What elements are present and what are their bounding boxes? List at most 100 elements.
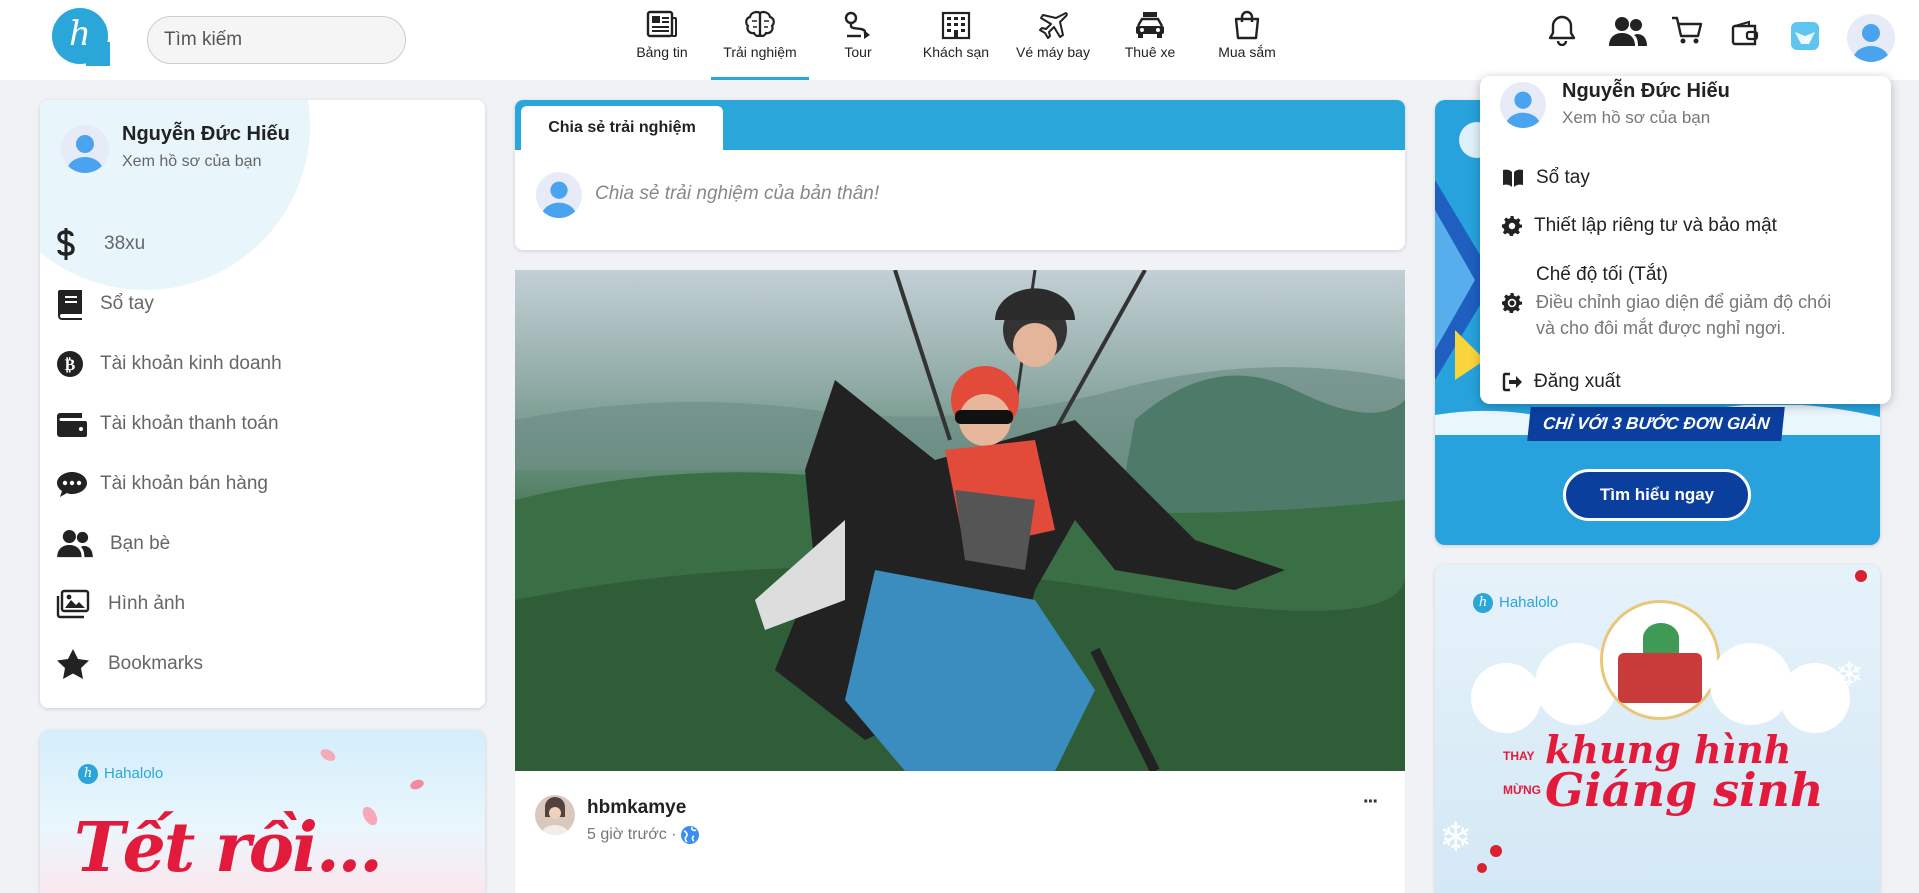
friends-icon [57,529,93,558]
tab-share-experience[interactable]: Chia sẻ trải nghiệm [521,106,723,150]
profile-link[interactable]: Xem hồ sơ của bạn [122,153,261,171]
brand-name: Hahalolo [1499,594,1559,611]
sidebar-item-kinh-doanh[interactable]: ₿ Tài khoản kinh doanh [56,344,282,384]
menu-item-notebook[interactable]: Sổ tay [1502,167,1590,189]
nav-trai-nghiem[interactable]: Trải nghiệm [711,0,809,80]
post-meta: 5 giờ trước · [587,825,700,845]
brain-icon [745,10,775,38]
banner-small-1: THAY [1503,749,1535,763]
dark-mode-desc-2: và cho đôi mắt được nghỉ ngơi. [1536,318,1786,338]
user-name[interactable]: Nguyễn Đức Hiếu [122,123,290,146]
nav-mua-sam[interactable]: Mua sắm [1198,0,1296,80]
menu-item-label: Sổ tay [1536,167,1590,188]
brightness-icon [1502,293,1522,313]
nav-bang-tin[interactable]: Bảng tin [613,0,711,80]
menu-item-label: Đăng xuất [1534,371,1621,392]
sidebar-item-ban-be[interactable]: Bạn bè [56,524,170,564]
logout-icon [1502,372,1522,392]
sidebar-item-label: Tài khoản thanh toán [100,413,279,434]
sidebar-item-label: Sổ tay [100,293,154,314]
chat-icon [57,472,87,497]
snowflake-icon: ❄ [1835,656,1864,694]
christmas-banner[interactable]: h Hahalolo THAY khung hình MỪNG Giáng si… [1435,565,1880,893]
author-name[interactable]: hbmkamye [587,797,686,819]
more-options-button[interactable]: ··· [1363,791,1379,814]
learn-more-button[interactable]: Tìm hiểu ngay [1563,469,1751,521]
post-card: hbmkamye 5 giờ trước · ··· [515,771,1405,893]
author-avatar[interactable] [535,795,575,835]
banner-headline: Tết rồi... [74,808,383,888]
dark-mode-desc-1: Điều chỉnh giao diện để giảm độ chói [1536,292,1832,312]
avatar[interactable] [1500,82,1546,128]
gear-icon [1502,216,1522,236]
banner-small-2: MỪNG [1503,783,1541,797]
sidebar-item-ban-hang[interactable]: Tài khoản bán hàng [56,464,268,504]
hahalolo-logo[interactable]: h [52,8,110,66]
car-icon [1136,12,1164,38]
svg-text:₿: ₿ [65,355,76,374]
nav-label: Trải nghiệm [723,44,797,60]
menu-item-dark-mode[interactable]: Chế độ tối (Tắt) Điều chỉnh giao diện để… [1502,264,1831,339]
nav-label: Tour [844,44,872,60]
hahalolo-logo: h [1473,593,1493,613]
newspaper-icon [646,10,677,38]
wallet-icon[interactable] [1731,20,1761,48]
dollar-icon [57,228,75,260]
brand-name: Hahalolo [104,765,164,782]
dark-mode-title: Chế độ tối (Tắt) [1536,264,1668,285]
left-menu-card: Nguyễn Đức Hiếu Xem hồ sơ của bạn 38xu S… [40,100,485,708]
wallet-icon [57,413,87,437]
open-book-icon [1503,169,1523,187]
search-input[interactable] [147,16,406,64]
sidebar-item-label: Tài khoản bán hàng [100,473,268,494]
sidebar-item-thanh-toan[interactable]: Tài khoản thanh toán [56,404,279,444]
sidebar-item-label: Hình ảnh [108,593,186,614]
bell-icon[interactable] [1548,14,1576,46]
sidebar-item-label: Bạn bè [110,533,171,554]
menu-item-logout[interactable]: Đăng xuất [1502,371,1621,393]
post-time: 5 giờ trước · [587,826,677,843]
nav-thue-xe[interactable]: Thuê xe [1101,0,1199,80]
menu-item-label: Thiết lập riêng tư và bảo mật [1534,215,1777,236]
bitcoin-icon: ₿ [57,351,83,377]
nav-tour[interactable]: Tour [809,0,907,80]
nav-label: Khách sạn [922,44,990,60]
sidebar-item-so-tay[interactable]: Sổ tay [56,284,154,324]
avatar[interactable] [61,125,109,173]
banner-subhead: CHỈ VỚI 3 BƯỚC ĐƠN GIẢN [1527,407,1786,441]
dropdown-profile-link[interactable]: Xem hồ sơ của bạn [1562,108,1710,128]
sidebar-item-label: Tài khoản kinh doanh [100,353,282,374]
globe-icon [681,826,700,844]
sidebar-item-xu[interactable]: 38xu [56,224,145,264]
hahalolo-logo: h [78,764,98,784]
nav-label: Thuê xe [1124,44,1176,60]
book-icon [58,290,82,320]
tet-banner[interactable]: h Hahalolo Tết rồi... [40,730,485,893]
app-icon[interactable] [1791,22,1819,50]
sidebar-item-bookmarks[interactable]: Bookmarks [56,644,203,684]
banner-big-2: Giáng sinh [1545,763,1824,817]
composer-input[interactable]: Chia sẻ trải nghiệm của bản thân! [595,183,879,205]
sidebar-item-label: 38xu [104,233,146,254]
post-image[interactable] [515,270,1405,771]
snowflake-icon: ❄ [1439,816,1473,860]
menu-item-privacy[interactable]: Thiết lập riêng tư và bảo mật [1502,215,1777,237]
dropdown-user-name[interactable]: Nguyễn Đức Hiếu [1562,80,1730,103]
cart-icon[interactable] [1670,14,1704,46]
sidebar-item-label: Bookmarks [108,653,204,674]
friends-icon[interactable] [1608,16,1648,48]
nav-label: Bảng tin [636,44,688,60]
sidebar-item-hinh-anh[interactable]: Hình ảnh [56,584,185,624]
building-icon [941,11,971,40]
avatar[interactable] [1847,14,1895,62]
nav-ve-may-bay[interactable]: Vé máy bay [1004,0,1102,80]
shopping-bag-icon [1234,10,1260,40]
star-icon [57,649,89,679]
top-header: h Bảng tin Trải nghiệm Tour Khách sạn Vé… [0,0,1919,80]
frame-preview [1600,600,1720,720]
nav-label: Vé máy bay [1016,44,1090,60]
avatar [536,172,582,218]
route-icon [844,11,870,39]
profile-dropdown: Nguyễn Đức Hiếu Xem hồ sơ của bạn Sổ tay… [1480,76,1891,404]
nav-khach-san[interactable]: Khách sạn [907,0,1005,80]
